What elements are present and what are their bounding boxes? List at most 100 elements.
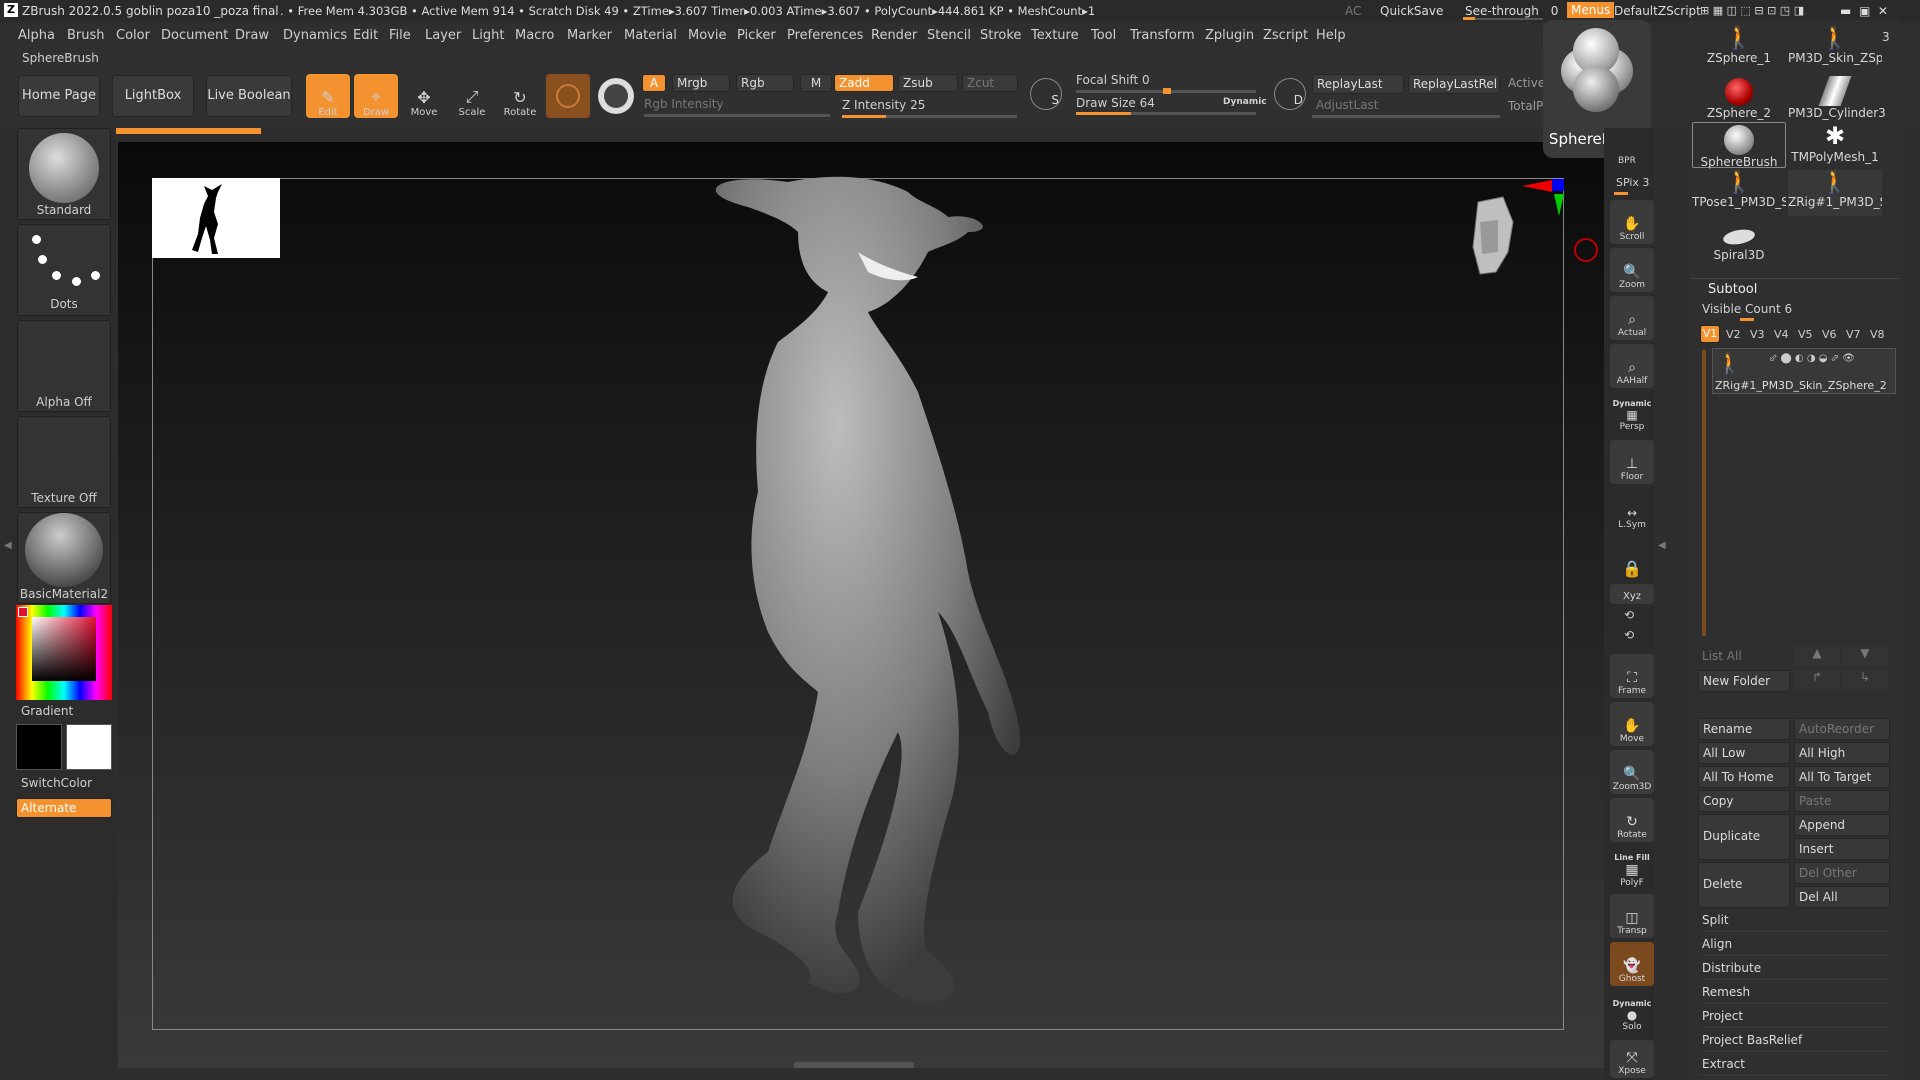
delete-button[interactable]: Delete — [1698, 862, 1790, 908]
menu-movie[interactable]: Movie — [688, 28, 726, 43]
main-color-swatch[interactable] — [66, 724, 112, 770]
menu-zscript[interactable]: Zscript — [1263, 28, 1308, 43]
a-toggle[interactable]: A — [642, 74, 666, 92]
focal-shift-curve-icon[interactable]: S — [1030, 78, 1062, 110]
solo-button[interactable]: Dynamic ● Solo — [1610, 990, 1654, 1034]
rgb-intensity-slider[interactable]: Rgb Intensity — [644, 97, 724, 111]
focal-shift-slider[interactable]: Focal Shift 0 — [1076, 73, 1150, 87]
ac-label[interactable]: AC — [1345, 4, 1361, 18]
xpose-button[interactable]: ⤧ Xpose — [1610, 1040, 1654, 1078]
frame-button[interactable]: ⛶ Frame — [1610, 654, 1654, 698]
menu-file[interactable]: File — [389, 28, 411, 43]
tool-tmpolymesh-1[interactable]: ✱ TMPolyMesh_1 — [1788, 122, 1882, 168]
del-all-button[interactable]: Del All — [1794, 886, 1890, 908]
lsym-button[interactable]: ↔ L.Sym — [1610, 488, 1654, 532]
version-v4[interactable]: V4 — [1774, 328, 1789, 341]
menu-layer[interactable]: Layer — [425, 28, 461, 43]
folder-up-icon[interactable]: ↱ — [1794, 670, 1840, 690]
copy-button[interactable]: Copy — [1698, 790, 1790, 812]
subtool-header[interactable]: Subtool — [1708, 282, 1757, 297]
record-icon[interactable] — [1574, 238, 1598, 262]
dots-stroke-button[interactable]: Dots — [17, 224, 111, 316]
extract-section[interactable]: Extract — [1698, 1054, 1890, 1076]
rotate-y-icon[interactable]: ⟲ — [1624, 608, 1634, 622]
menu-render[interactable]: Render — [871, 28, 917, 43]
polyf-button[interactable]: Line Fill ▦ PolyF — [1610, 846, 1654, 890]
menu-macro[interactable]: Macro — [515, 28, 554, 43]
draw-size-slider[interactable]: Draw Size 64 — [1076, 96, 1155, 110]
persp-button[interactable]: Dynamic ▦ Persp — [1610, 390, 1654, 434]
version-v3[interactable]: V3 — [1750, 328, 1765, 341]
version-v7[interactable]: V7 — [1846, 328, 1861, 341]
floor-button[interactable]: ⊥ Floor — [1610, 440, 1654, 484]
alternate-toggle[interactable]: Alternate — [16, 798, 112, 818]
folder-down-icon[interactable]: ↳ — [1842, 670, 1888, 690]
replay-last-button[interactable]: ReplayLast — [1312, 74, 1404, 94]
all-to-home-button[interactable]: All To Home — [1698, 766, 1790, 788]
adjust-last-slider[interactable]: AdjustLast — [1316, 98, 1379, 112]
menu-dynamics[interactable]: Dynamics — [283, 28, 347, 43]
distribute-section[interactable]: Distribute — [1698, 958, 1890, 980]
window-controls[interactable]: ▬ ▣ ✕ — [1840, 4, 1888, 18]
xyz-button[interactable]: Xyz — [1610, 584, 1654, 604]
menu-stroke[interactable]: Stroke — [980, 28, 1021, 43]
version-v1[interactable]: V1 — [1700, 325, 1720, 343]
material-preview-button[interactable] — [546, 74, 590, 118]
tool-zrig1-pm3d[interactable]: 🚶 ZRig#1_PM3D_Sl — [1788, 170, 1882, 216]
color-picker-square[interactable] — [32, 617, 96, 681]
lazy-mouse-icon[interactable]: D — [1274, 78, 1306, 110]
default-zscript-button[interactable]: DefaultZScript — [1614, 4, 1701, 18]
spotlight-icon[interactable] — [598, 78, 634, 114]
standard-brush-button[interactable]: Standard — [17, 128, 111, 220]
menu-material[interactable]: Material — [624, 28, 677, 43]
tool-spiral3d[interactable]: Spiral3D — [1692, 218, 1786, 264]
zsub-toggle[interactable]: Zsub — [898, 74, 958, 92]
new-folder-button[interactable]: New Folder — [1698, 670, 1790, 692]
dynamic-toggle[interactable]: Dynamic — [1223, 97, 1267, 107]
gradient-toggle[interactable]: Gradient — [21, 704, 73, 718]
menu-color[interactable]: Color — [116, 28, 150, 43]
move-up-arrow-icon[interactable]: ▲ — [1794, 646, 1840, 666]
navigation-thumbnail[interactable] — [152, 178, 280, 258]
remesh-section[interactable]: Remesh — [1698, 982, 1890, 1004]
material-button[interactable]: BasicMaterial2 — [17, 512, 111, 604]
draw-mode-button[interactable]: ⌖ Draw — [354, 74, 398, 118]
collapse-left-arrow[interactable]: ◀ — [4, 540, 12, 554]
menu-document[interactable]: Document — [161, 28, 228, 43]
menu-picker[interactable]: Picker — [737, 28, 776, 43]
edit-mode-button[interactable]: ✎ Edit — [306, 74, 350, 118]
menu-transform[interactable]: Transform — [1130, 28, 1195, 43]
menu-help[interactable]: Help — [1316, 28, 1346, 43]
subtool-scrollbar[interactable] — [1702, 350, 1706, 636]
m-toggle[interactable]: M — [800, 74, 832, 92]
transp-button[interactable]: ◫ Transp — [1610, 894, 1654, 938]
menu-tool[interactable]: Tool — [1091, 28, 1116, 43]
split-section[interactable]: Split — [1698, 910, 1890, 932]
tool-spherebrush[interactable]: SphereBrush — [1692, 122, 1786, 169]
spix-slider[interactable]: SPix 3 — [1616, 176, 1649, 189]
tool-pm3d-cylinder3[interactable]: PM3D_Cylinder3 — [1788, 74, 1886, 120]
align-section[interactable]: Align — [1698, 934, 1890, 956]
lightbox-button[interactable]: LightBox — [112, 75, 194, 117]
all-high-button[interactable]: All High — [1794, 742, 1890, 764]
version-v6[interactable]: V6 — [1822, 328, 1837, 341]
orientation-head-gizmo[interactable] — [1458, 192, 1518, 292]
del-other-button[interactable]: Del Other — [1794, 862, 1890, 884]
project-section[interactable]: Project — [1698, 1006, 1890, 1028]
zoom3d-button[interactable]: 🔍 Zoom3D — [1610, 750, 1654, 794]
menu-light[interactable]: Light — [472, 28, 504, 43]
goblin-model[interactable] — [658, 152, 1078, 1052]
z-intensity-slider[interactable]: Z Intensity 25 — [842, 98, 925, 112]
ghost-button[interactable]: 👻 Ghost — [1610, 942, 1654, 986]
visible-count-slider[interactable]: Visible Count 6 — [1702, 302, 1792, 316]
move-mode-button[interactable]: ✥ Move — [402, 74, 446, 118]
switchcolor-button[interactable]: SwitchColor — [21, 776, 92, 790]
append-button[interactable]: Append — [1794, 814, 1890, 836]
menu-alpha[interactable]: Alpha — [18, 28, 55, 43]
bottom-tray-handle[interactable] — [794, 1062, 914, 1068]
all-low-button[interactable]: All Low — [1698, 742, 1790, 764]
menus-toggle[interactable]: Menus — [1567, 2, 1615, 18]
menu-stencil[interactable]: Stencil — [927, 28, 971, 43]
version-v2[interactable]: V2 — [1726, 328, 1741, 341]
alpha-button[interactable]: Alpha Off — [17, 320, 111, 412]
